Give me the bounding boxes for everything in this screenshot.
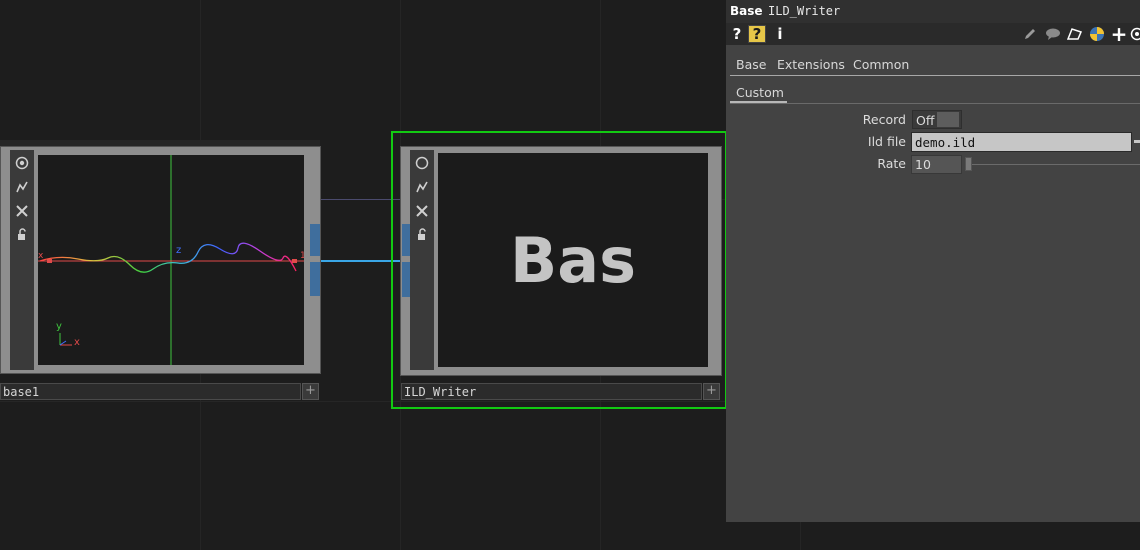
node-name-field[interactable]: ILD_Writer <box>401 383 702 400</box>
node-side-toolbar <box>10 150 34 370</box>
preview-text: Bas <box>510 223 636 297</box>
output-connector[interactable] <box>310 262 320 296</box>
mark-left-label: x <box>38 251 44 261</box>
bypass-icon[interactable] <box>10 200 34 222</box>
viewer-active-icon[interactable] <box>10 152 34 174</box>
bypass-icon[interactable] <box>410 200 434 222</box>
viewer-inactive-icon[interactable] <box>410 152 434 174</box>
node-side-toolbar <box>410 150 434 370</box>
clone-icon[interactable] <box>1066 25 1084 43</box>
tab-extensions[interactable]: Extensions <box>777 57 845 72</box>
mark-right-label: 1 <box>300 251 304 261</box>
info-button[interactable]: i <box>774 25 786 43</box>
rate-slider-track[interactable] <box>966 164 1140 165</box>
record-toggle[interactable]: Off <box>912 110 962 129</box>
rate-value-field[interactable]: 10 <box>911 155 962 174</box>
operator-type: Base <box>730 4 763 18</box>
lock-icon[interactable] <box>10 224 34 246</box>
tab-divider <box>730 103 1140 104</box>
param-ild-file-label: Ild file <box>867 134 906 149</box>
comment-icon[interactable] <box>1044 25 1062 43</box>
output-connector[interactable] <box>310 224 320 256</box>
axis-z-label: z <box>176 245 182 256</box>
file-browse-icon[interactable] <box>1134 140 1140 143</box>
node-add-button[interactable]: + <box>703 383 720 400</box>
lock-icon[interactable] <box>410 224 434 246</box>
base1-node[interactable]: x y z x 1 base1 + <box>0 140 321 402</box>
panel-header: Base ILD_Writer <box>726 0 1140 23</box>
rate-value: 10 <box>915 157 931 172</box>
record-value: Off <box>916 113 935 128</box>
param-record-label: Record <box>862 112 906 127</box>
edit-icon[interactable] <box>1022 25 1038 43</box>
ild-writer-viewer[interactable]: Bas <box>438 153 708 367</box>
ild-file-value: demo.ild <box>915 135 976 150</box>
ild-file-field[interactable]: demo.ild <box>911 132 1132 152</box>
parameter-panel: Base ILD_Writer ? ? i + Base Extensions … <box>726 0 1140 522</box>
operator-name[interactable]: ILD_Writer <box>768 4 840 18</box>
target-icon[interactable] <box>1130 25 1140 43</box>
export-flag-icon[interactable] <box>410 176 434 198</box>
tab-custom[interactable]: Custom <box>736 85 784 100</box>
python-help-button[interactable]: ? <box>748 25 766 43</box>
tab-divider <box>730 75 1140 76</box>
param-rate-label: Rate <box>877 156 906 171</box>
tab-base[interactable]: Base <box>736 57 766 72</box>
tab-common[interactable]: Common <box>853 57 909 72</box>
rate-slider-handle[interactable] <box>965 157 972 171</box>
node-name-field[interactable]: base1 <box>0 383 301 400</box>
add-icon[interactable]: + <box>1110 22 1128 46</box>
axis-x-label: x <box>74 337 80 348</box>
export-flag-icon[interactable] <box>10 176 34 198</box>
help-button[interactable]: ? <box>730 25 744 43</box>
record-switch <box>937 112 959 127</box>
node-add-button[interactable]: + <box>302 383 319 400</box>
ild-writer-node[interactable]: Bas ILD_Writer + <box>391 131 727 410</box>
axis-y-label: y <box>56 321 62 332</box>
panel-toolbar: ? ? i + <box>726 22 1140 46</box>
base1-viewer[interactable]: x y z x 1 <box>38 155 304 365</box>
python-icon[interactable] <box>1088 25 1106 43</box>
